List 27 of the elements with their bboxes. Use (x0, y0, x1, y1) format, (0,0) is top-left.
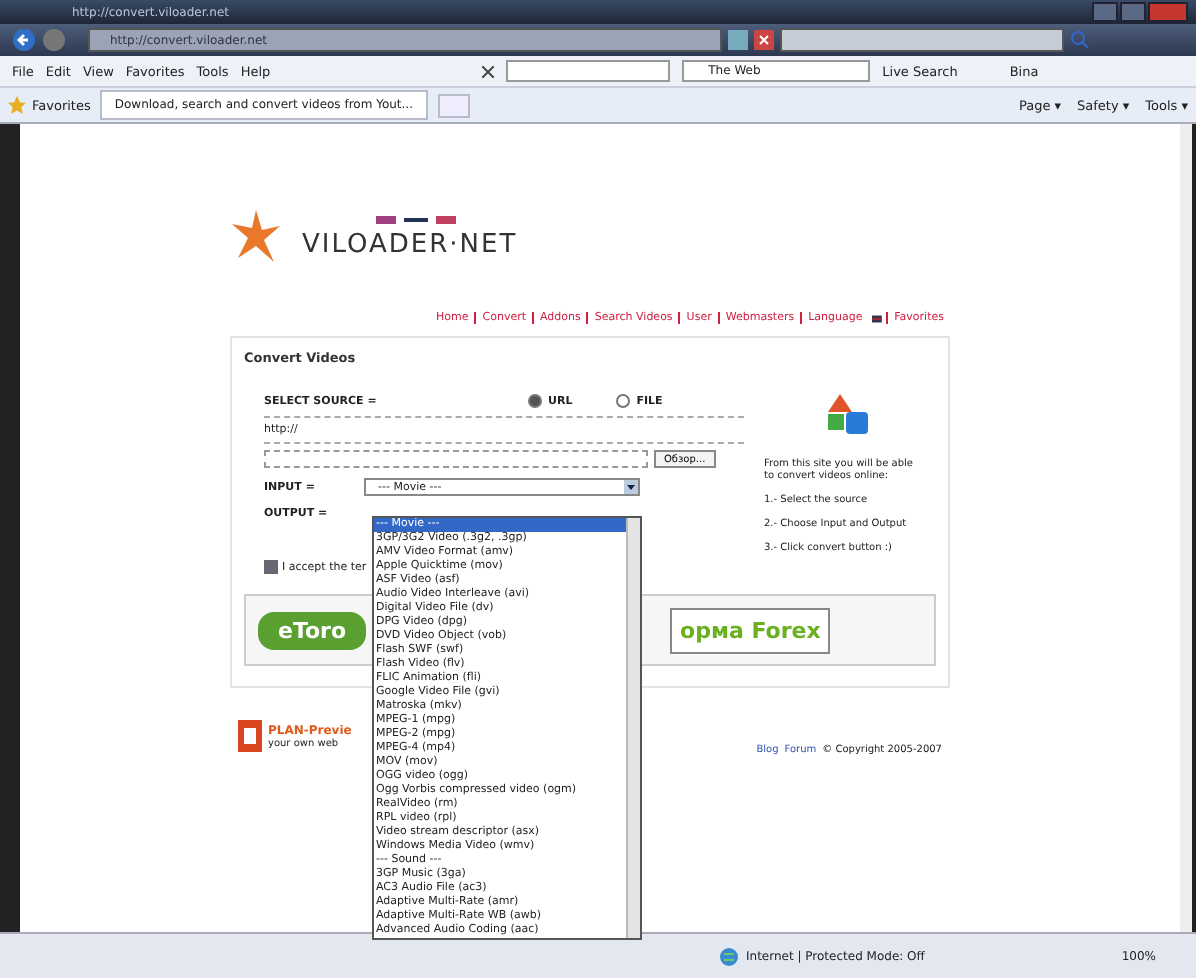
document-icon (238, 720, 262, 752)
dropdown-arrow-icon[interactable] (624, 480, 638, 494)
toolbar-search-field[interactable] (506, 60, 671, 82)
search-icon[interactable] (1070, 30, 1090, 50)
close-icon[interactable] (482, 65, 495, 77)
format-dropdown-list[interactable] (372, 516, 642, 940)
scrollbar[interactable] (1180, 124, 1192, 932)
radio-button[interactable] (616, 394, 631, 408)
search-field[interactable] (780, 28, 1064, 52)
back-icon[interactable] (12, 28, 36, 52)
checkbox[interactable] (264, 560, 278, 574)
minimize-button[interactable] (1092, 2, 1118, 22)
radio-button[interactable] (528, 394, 542, 408)
shapes-icon (824, 394, 872, 438)
new-tab-button[interactable] (437, 93, 469, 117)
maximize-button[interactable] (1120, 2, 1146, 22)
ad-text: орма Forex (670, 607, 831, 653)
stop-icon[interactable] (754, 30, 774, 50)
scrollbar[interactable] (626, 518, 640, 938)
close-button[interactable] (1148, 2, 1188, 22)
star-icon (8, 96, 26, 114)
file-field[interactable] (264, 450, 648, 468)
flag-icon[interactable] (872, 313, 883, 323)
site-logo: VILOADER·NET (302, 229, 518, 259)
etoro-logo: eToro (258, 611, 367, 649)
star-burst-icon (230, 206, 282, 266)
globe-icon (720, 947, 738, 965)
